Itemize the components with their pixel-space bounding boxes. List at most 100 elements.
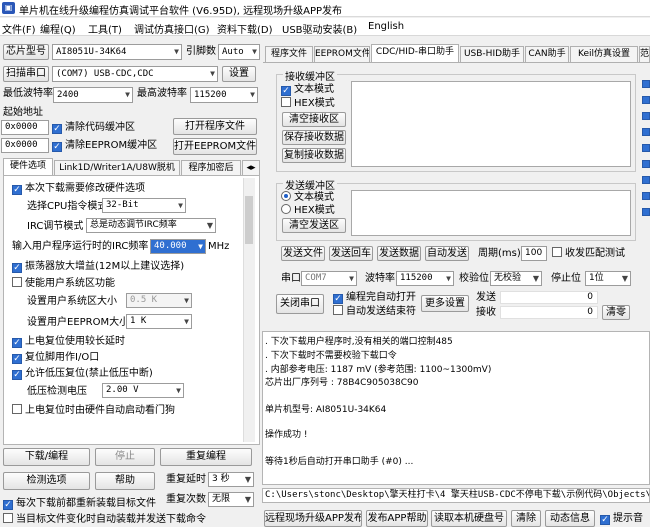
recv-text-mode-checkbox[interactable]: ✓ 文本模式 [281, 83, 334, 97]
menu-english[interactable]: English [368, 21, 404, 32]
reset-pin-checkbox[interactable]: ✓ 复位脚用作I/O口 [12, 351, 99, 365]
irc-freq-input[interactable]: 40.000 ▼ [150, 239, 206, 254]
match-test-checkbox[interactable]: 收发匹配测试 [552, 247, 625, 261]
tab-hardware-options[interactable]: 硬件选项 [3, 158, 53, 175]
settings-button[interactable]: 设置 [222, 66, 256, 82]
send-data-button[interactable]: 发送数据 [377, 246, 421, 261]
option-check-icon[interactable] [642, 208, 650, 216]
eeprom-address-input[interactable]: 0x0000 [1, 138, 49, 153]
tab-can[interactable]: CAN助手 [525, 46, 569, 62]
download-program-button[interactable]: 下载/编程 [3, 448, 90, 466]
modify-options-checkbox[interactable]: ✓ 本次下载需要修改硬件选项 [12, 182, 145, 196]
osc-gain-checkbox[interactable]: ✓ 振荡器放大增益(12M以上建议选择) [12, 260, 184, 274]
help-button[interactable]: 帮助 [95, 472, 155, 490]
close-port-button[interactable]: 关闭串口 [276, 294, 324, 314]
irc-mode-select[interactable]: 总是动态调节IRC频率 ▼ [86, 218, 216, 233]
tab-more[interactable]: 范 [639, 46, 650, 62]
file-path-field[interactable]: C:\Users\stonc\Desktop\擎天柱打卡\4 擎天柱USB-CD… [262, 488, 650, 503]
option-check-icon[interactable] [642, 112, 650, 120]
min-baud-select[interactable]: 2400 ▼ [53, 87, 133, 103]
serial-port-select[interactable]: COM7 ▼ [301, 271, 357, 286]
menu-file[interactable]: 文件(F) [2, 21, 36, 36]
more-settings-button[interactable]: 更多设置 [421, 295, 469, 312]
repeat-delay-select[interactable]: 3 秒 ▼ [208, 472, 254, 487]
app-help-button[interactable]: 发布APP帮助 [366, 510, 428, 527]
option-check-icon[interactable] [642, 192, 650, 200]
option-check-icon[interactable] [642, 96, 650, 104]
user-system-checkbox[interactable]: 使能用户系统区功能 [12, 277, 115, 291]
lvr-checkbox[interactable]: ✓ 允许低压复位(禁止低压中断) [12, 367, 153, 381]
isp-mode-select[interactable]: 32-Bit ▼ [102, 198, 186, 213]
port-select[interactable]: (COM7) USB-CDC,CDC ▼ [52, 66, 218, 82]
repeat-count-select[interactable]: 无限 ▼ [208, 492, 254, 507]
copy-receive-button[interactable]: 复制接收数据 [282, 148, 346, 163]
code-address-input[interactable]: 0x0000 [1, 120, 49, 135]
tip-sound-checkbox[interactable]: ✓ 提示音 [600, 512, 643, 526]
auto-send-end-checkbox[interactable]: 自动发送结束符 [333, 305, 416, 319]
tab-keil[interactable]: Keil仿真设置 [570, 46, 638, 62]
send-text-mode-radio[interactable]: 文本模式 [281, 191, 334, 205]
recv-hex-mode-checkbox[interactable]: HEX模式 [281, 97, 335, 111]
menu-debug[interactable]: 调试仿真接口(G) [134, 21, 210, 36]
menu-download[interactable]: 资料下载(D) [217, 21, 273, 36]
publish-app-button[interactable]: 远程现场升级APP发布 [264, 510, 362, 527]
dynamic-info-button[interactable]: 动态信息 [545, 510, 595, 527]
menu-usb-driver[interactable]: USB驱动安装(B) [282, 21, 357, 36]
reload-each-checkbox[interactable]: ✓ 每次下载前都重新装载目标文件 [3, 497, 156, 511]
log-output[interactable]: . 下次下载用户程序时,没有相关的端口控制485 . 下次下载时不需要校验下载口… [262, 331, 650, 485]
option-check-icon[interactable] [642, 128, 650, 136]
lvd-select[interactable]: 2.00 V ▼ [102, 383, 184, 398]
option-check-icon[interactable] [642, 80, 650, 88]
irc-mode-label: IRC调节模式 [27, 221, 84, 232]
period-input[interactable]: 100 [521, 246, 547, 261]
clear-eeprom-checkbox[interactable]: ✓ 清除EEPROM缓冲区 [52, 139, 157, 153]
send-file-button[interactable]: 发送文件 [281, 246, 325, 261]
receive-textarea[interactable] [351, 81, 631, 167]
tab-serial-assistant[interactable]: CDC/HID-串口助手 [371, 44, 459, 62]
option-check-icon[interactable] [642, 144, 650, 152]
clear-send-button[interactable]: 清空发送区 [282, 218, 346, 233]
clear-log-button[interactable]: 清除 [511, 510, 541, 527]
check-options-button[interactable]: 检测选项 [3, 472, 90, 490]
parity-select[interactable]: 无校验 ▼ [490, 271, 542, 286]
option-check-icon[interactable] [642, 176, 650, 184]
pins-select[interactable]: Auto ▼ [218, 44, 260, 60]
read-disk-button[interactable]: 读取本机硬盘号 [431, 510, 507, 527]
auto-reload-checkbox[interactable]: 当目标文件变化时自动装载并发送下载命令 [3, 513, 206, 527]
tab-usb-hid[interactable]: USB-HID助手 [460, 46, 524, 62]
wdt-checkbox[interactable]: 上电复位时由硬件自动启动看门狗 [12, 404, 175, 418]
tab-scroll-arrows[interactable]: ◂▸ [242, 160, 260, 175]
clear-receive-button[interactable]: 清空接收区 [282, 112, 346, 127]
tab-offline[interactable]: Link1D/Writer1A/U8W脱机 [54, 160, 180, 175]
menu-program[interactable]: 编程(Q) [40, 21, 76, 36]
scrollbar-thumb[interactable] [245, 196, 253, 244]
open-program-button[interactable]: 打开程序文件 [173, 118, 257, 135]
system-size-select[interactable]: 0.5 K ▼ [126, 293, 192, 308]
scan-port-button[interactable]: 扫描串口 [3, 66, 49, 82]
irc-freq-label: 输入用户程序运行时的IRC频率 [12, 241, 149, 252]
chip-model-select[interactable]: AI8051U-34K64 ▼ [52, 44, 182, 60]
por-delay-checkbox[interactable]: ✓ 上电复位使用较长延时 [12, 335, 125, 349]
eeprom-size-select[interactable]: 1 K ▼ [126, 314, 192, 329]
stop-bits-select[interactable]: 1位 ▼ [585, 271, 631, 286]
auto-send-button[interactable]: 自动发送 [425, 246, 469, 261]
menu-tools[interactable]: 工具(T) [88, 21, 122, 36]
baud-select[interactable]: 115200 ▼ [396, 271, 454, 286]
send-hex-mode-radio[interactable]: HEX模式 [281, 204, 335, 218]
open-eeprom-button[interactable]: 打开EEPROM文件 [173, 138, 257, 155]
save-receive-button[interactable]: 保存接收数据 [282, 130, 346, 145]
send-textarea[interactable] [351, 190, 631, 236]
clear-code-checkbox[interactable]: ✓ 清除代码缓冲区 [52, 121, 135, 135]
tab-program-file[interactable]: 程序文件 [265, 46, 313, 62]
option-check-icon[interactable] [642, 160, 650, 168]
send-enter-button[interactable]: 发送回车 [329, 246, 373, 261]
tab-eeprom-file[interactable]: EEPROM文件 [314, 46, 370, 62]
tab-encryption[interactable]: 程序加密后 [181, 160, 241, 175]
max-baud-select[interactable]: 115200 ▼ [190, 87, 258, 103]
baud-label: 波特率 [365, 273, 395, 284]
clear-count-button[interactable]: 清零 [602, 305, 630, 320]
chip-model-button[interactable]: 芯片型号 [3, 44, 49, 60]
auto-open-checkbox[interactable]: ✓ 编程完自动打开 [333, 291, 416, 305]
stop-button[interactable]: 停止 [95, 448, 155, 466]
repeat-program-button[interactable]: 重复编程 [160, 448, 252, 466]
